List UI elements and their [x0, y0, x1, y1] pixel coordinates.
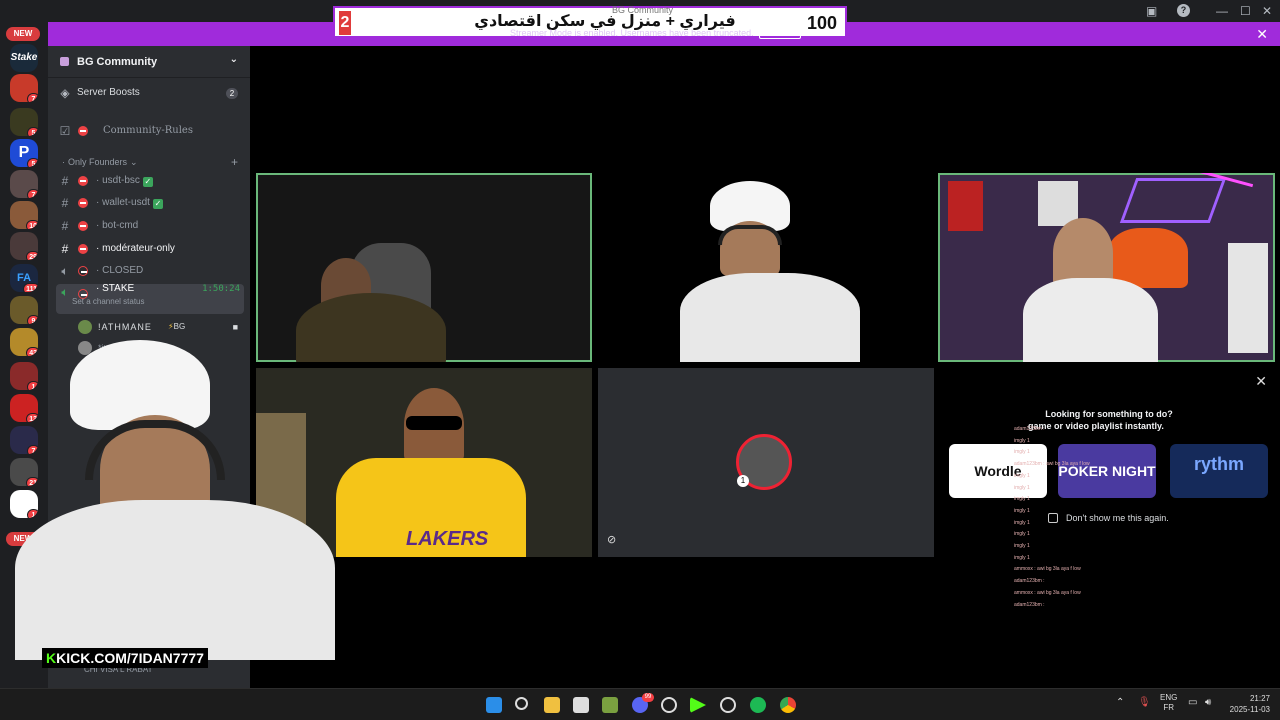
file-explorer-icon[interactable]: [544, 697, 560, 713]
boost-icon: ◈: [60, 86, 70, 100]
app-icon[interactable]: [602, 697, 618, 713]
chevron-up-icon[interactable]: ⌃: [1116, 697, 1124, 708]
new-badge: NEW: [6, 27, 40, 41]
checkmark-icon: ✓: [152, 199, 163, 209]
window-server-name: BG Community: [612, 5, 674, 15]
voice-timer: 1:50:24: [202, 284, 240, 294]
chevron-down-icon: ⌄: [229, 54, 238, 65]
server-boosts-row[interactable]: ◈ Server Boosts 2: [56, 83, 244, 103]
blocked-icon: [78, 176, 88, 186]
server-icon[interactable]: 10: [10, 201, 38, 229]
server-icon[interactable]: FA 111: [10, 264, 38, 292]
video-tile-avatar[interactable]: 1 ⊘: [598, 368, 934, 557]
server-icon[interactable]: 5: [10, 108, 38, 136]
blocked-icon: [78, 198, 88, 208]
maximize-button[interactable]: ☐: [1240, 4, 1251, 18]
server-boosts-label: Server Boosts: [77, 87, 140, 98]
goal-right-count: 100: [806, 13, 837, 33]
speaker-icon: 🔈︎: [61, 264, 69, 278]
server-icon[interactable]: 9: [10, 296, 38, 324]
video-tile[interactable]: [256, 173, 592, 362]
activity-launcher: ✕ Looking for something to do? game or v…: [938, 368, 1280, 556]
network-icon[interactable]: ▭: [1188, 697, 1197, 708]
voice-user[interactable]: !ATHMANE ⚡BG ■: [56, 317, 244, 337]
server-boost-icon: [60, 57, 69, 66]
chat-overlay: adam123bm : imgly 1 imgly 1 adam123bm : …: [1014, 426, 1090, 608]
server-name: BG Community: [77, 56, 158, 68]
chevron-down-icon: ⌄: [130, 157, 138, 167]
channel-usdt-bsc[interactable]: # · usdt-bsc ✓: [56, 171, 244, 191]
discord-window: ▣ ? — ☐ ✕ ✕ NEW Stake 7 5 P5 7 10 29 FA 1…: [0, 0, 1280, 720]
app-icon[interactable]: [661, 697, 677, 713]
channel-stake[interactable]: 🔈︎ · STAKE 1:50:24 Set a channel status: [56, 283, 244, 314]
close-icon[interactable]: ✕: [1256, 26, 1268, 43]
rules-icon: ☑: [59, 124, 71, 138]
hashtag-icon: #: [61, 174, 69, 188]
close-window-button[interactable]: ✕: [1262, 4, 1272, 18]
blocked-icon: [78, 126, 88, 136]
volume-icon[interactable]: 🔊︎: [1205, 697, 1211, 708]
channel-community-rules[interactable]: ☑ Community-Rules: [56, 121, 244, 141]
streamer-webcam-overlay: [0, 340, 335, 660]
discord-badge: 99: [642, 693, 654, 702]
kick-icon[interactable]: [690, 697, 706, 713]
server-icon[interactable]: 7: [10, 74, 38, 102]
add-channel-icon[interactable]: +: [231, 152, 238, 172]
server-icon[interactable]: P5: [10, 139, 38, 167]
start-icon[interactable]: [486, 697, 502, 713]
app-icon[interactable]: [720, 697, 736, 713]
server-header[interactable]: BG Community ⌄: [48, 46, 250, 78]
windows-taskbar: 99 ⌃ 🎙︎ ENG FR ▭ 🔊︎ 21:27 2025-11-03: [0, 688, 1280, 720]
channel-moderateur-only[interactable]: # · modérateur-only: [56, 239, 244, 259]
hashtag-icon: #: [61, 219, 69, 233]
search-icon[interactable]: [515, 697, 528, 710]
headphones: [718, 225, 782, 245]
blocked-icon: [78, 266, 88, 276]
inbox-icon[interactable]: ▣: [1146, 4, 1157, 18]
speaker-icon: 🔈︎: [61, 285, 69, 299]
blocked-icon: [78, 221, 88, 231]
close-icon[interactable]: ✕: [1255, 373, 1267, 390]
blocked-icon: [78, 244, 88, 254]
category-only-founders[interactable]: · Only Founders ⌄ +: [56, 152, 244, 172]
checkmark-icon: ✓: [142, 177, 153, 187]
video-tile[interactable]: [598, 173, 934, 362]
microphone-icon[interactable]: 🎙︎: [1138, 697, 1151, 708]
channel-status[interactable]: Set a channel status: [72, 295, 145, 309]
hashtag-icon: #: [61, 242, 69, 256]
channel-bot-cmd[interactable]: # · bot-cmd: [56, 216, 244, 236]
kick-channel-label: KKICK.COM/7IDAN7777: [42, 648, 208, 668]
streamer-mode-text: Streamer Mode is enabled. Usernames have…: [510, 28, 754, 38]
camera-off-icon: ⊘: [607, 534, 617, 546]
help-icon[interactable]: ?: [1177, 4, 1190, 17]
video-icon: ■: [232, 322, 238, 332]
goal-left-count: 2: [339, 11, 351, 35]
spotify-icon[interactable]: [750, 697, 766, 713]
disable-button[interactable]: Disable: [759, 27, 802, 39]
server-icon[interactable]: 7: [10, 170, 38, 198]
video-tile[interactable]: [938, 173, 1275, 362]
rythm-card[interactable]: rythm: [1170, 444, 1268, 498]
store-icon[interactable]: [573, 697, 589, 713]
language-indicator[interactable]: ENG FR: [1160, 693, 1177, 713]
sunglasses: [406, 416, 462, 430]
avatar: [78, 320, 92, 334]
chrome-icon[interactable]: [780, 697, 796, 713]
discord-icon[interactable]: 99: [632, 693, 654, 713]
hashtag-icon: #: [61, 196, 69, 210]
channel-wallet-usdt[interactable]: # · wallet-usdt ✓: [56, 193, 244, 213]
minimize-button[interactable]: —: [1216, 4, 1228, 18]
flag: [948, 181, 983, 231]
channel-closed[interactable]: 🔈︎ · CLOSED: [56, 261, 244, 281]
boosts-count: 2: [226, 88, 238, 99]
clock[interactable]: 21:27 2025-11-03: [1220, 693, 1270, 715]
server-icon-stake[interactable]: Stake: [10, 44, 38, 72]
server-icon[interactable]: 29: [10, 232, 38, 260]
